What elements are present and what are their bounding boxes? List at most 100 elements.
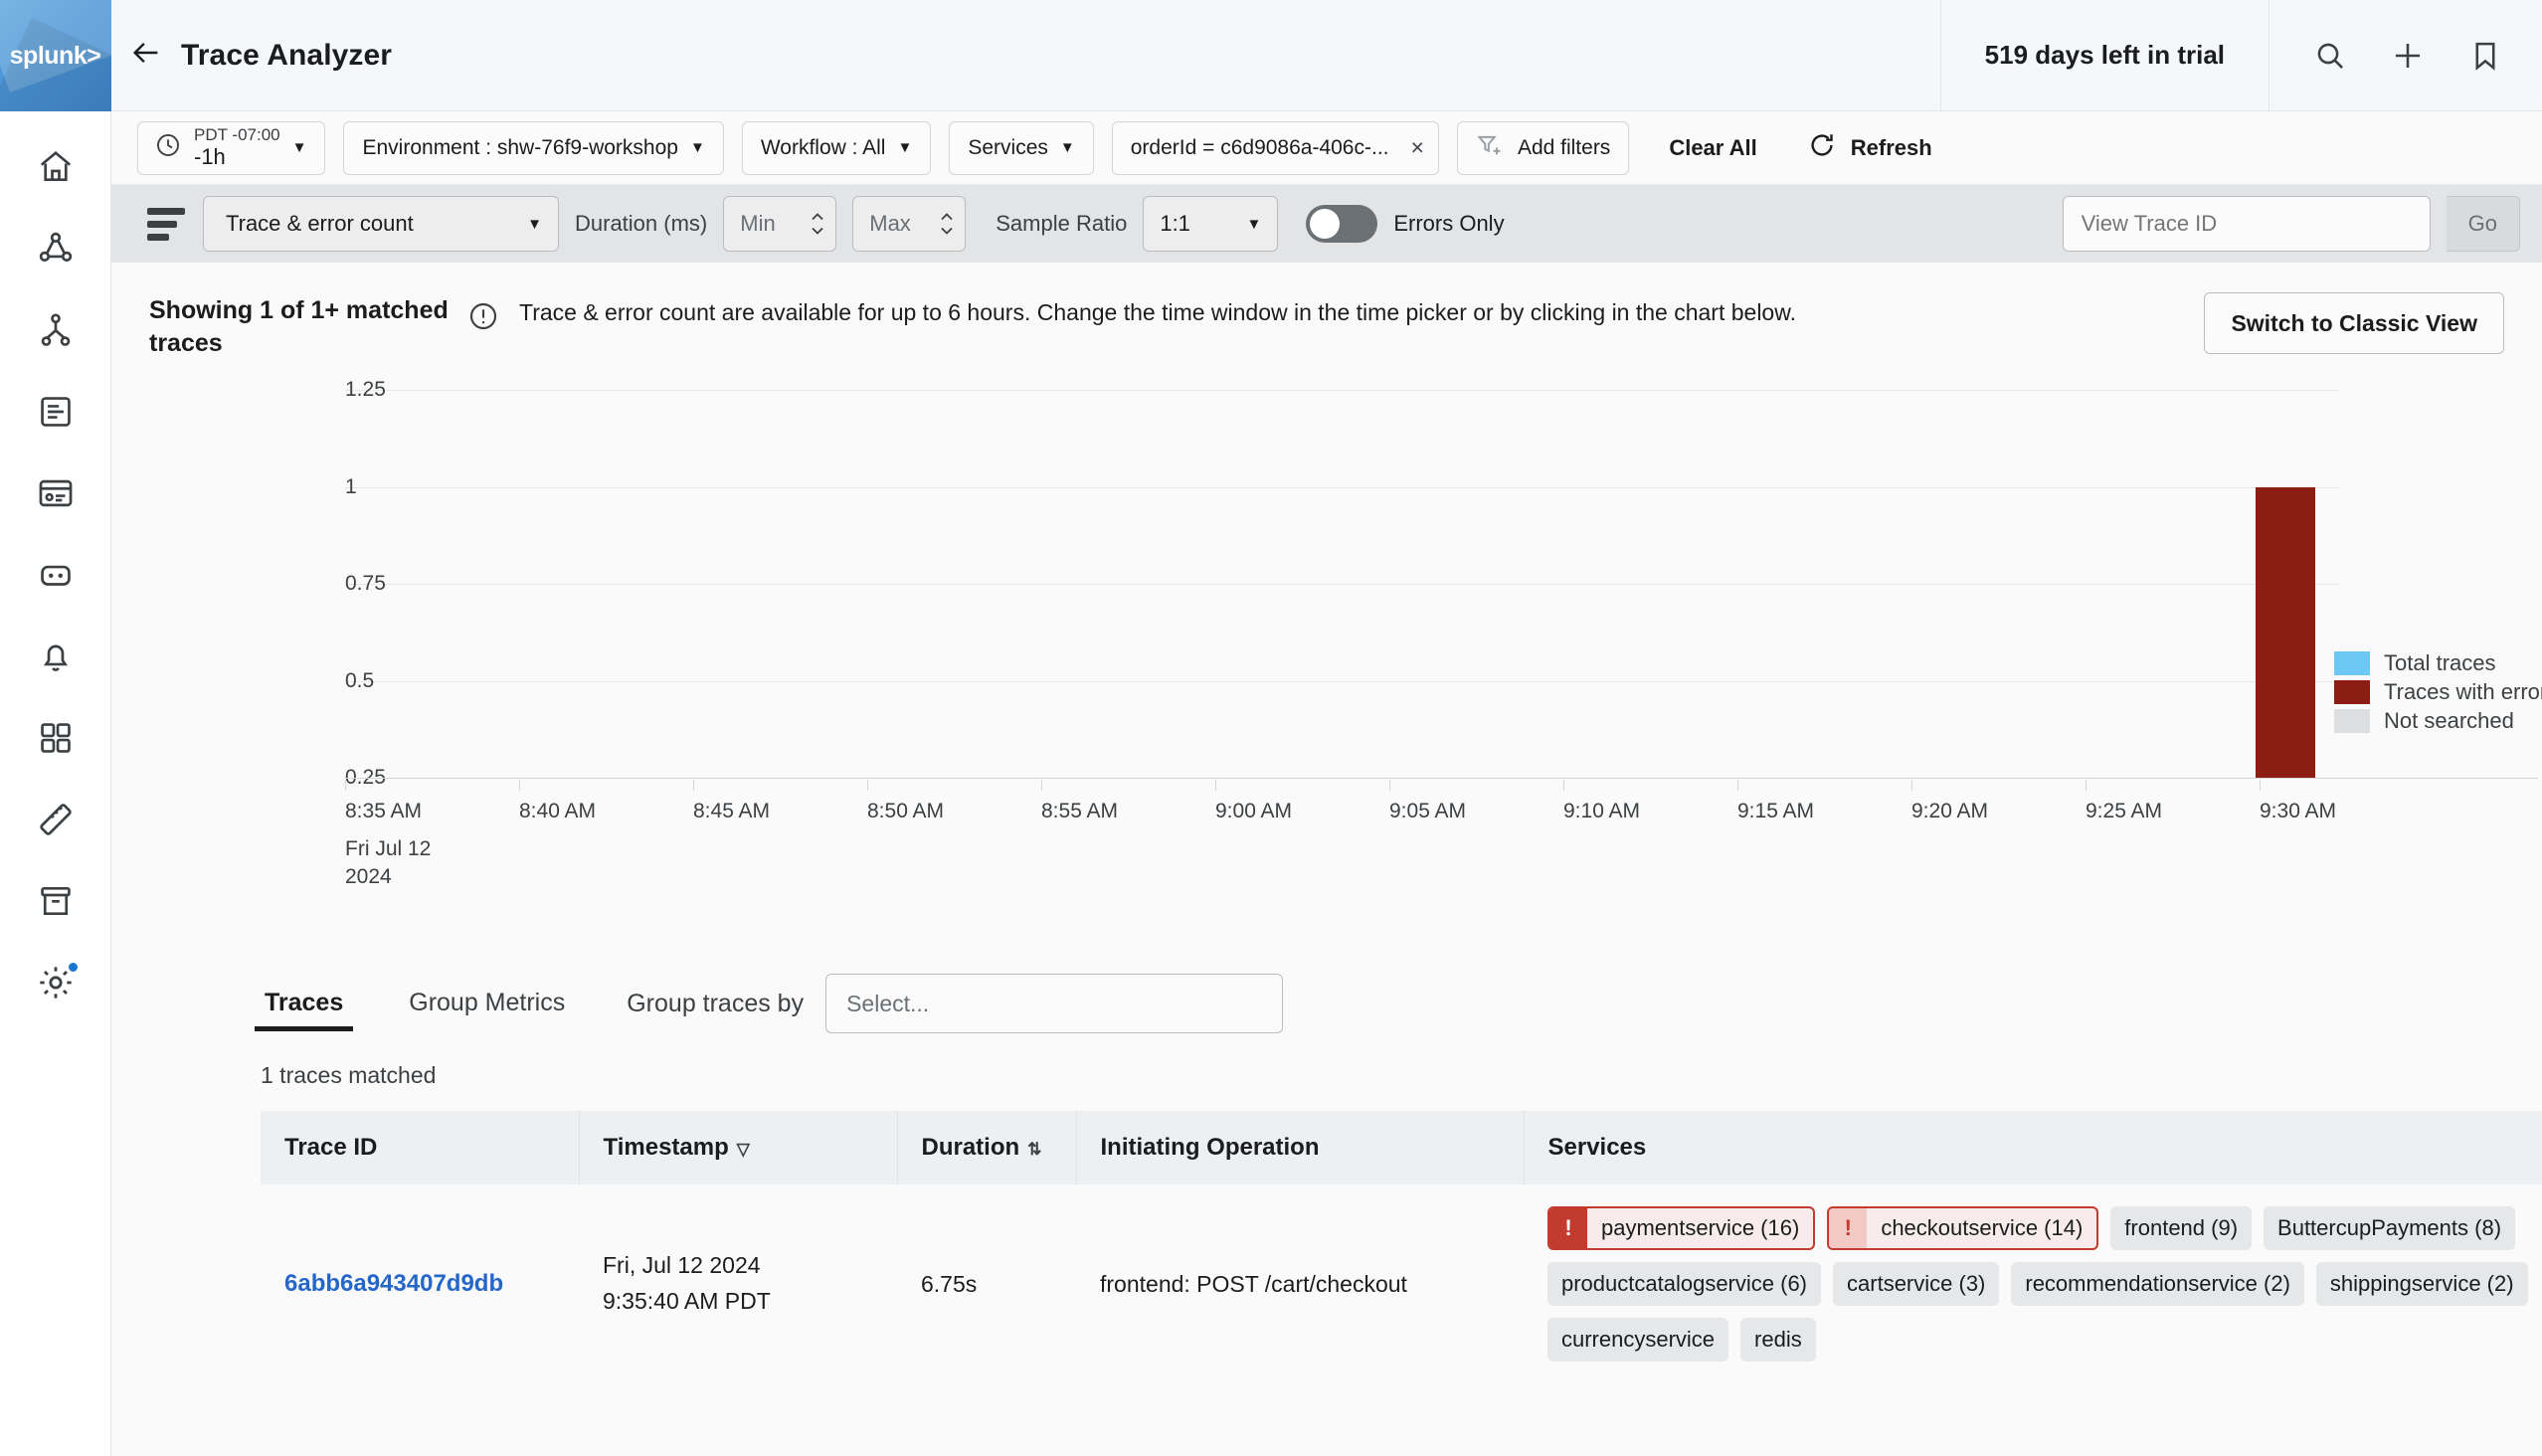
clock-icon (154, 131, 182, 165)
legend-label: Not searched (2384, 708, 2514, 733)
x-axis-tick (2086, 780, 2087, 791)
services-filter[interactable]: Services ▼ (949, 120, 1094, 175)
orderid-filter-chip[interactable]: orderId = c6d9086a-406c-... × (1111, 120, 1439, 175)
showing-matched-text: Showing 1 of 1+ matched traces (149, 296, 449, 357)
splunk-logo[interactable]: splunk> (0, 0, 111, 111)
column-timestamp[interactable]: Timestamp ▽ (579, 1111, 898, 1184)
duration-max-value: Max (869, 211, 911, 236)
x-axis-label: 8:40 AM (519, 800, 597, 822)
cell-initiating-operation: frontend: POST /cart/checkout (1100, 1270, 1407, 1297)
x-axis-tick (1737, 780, 1738, 791)
table-row[interactable]: 6abb6a943407d9db Fri, Jul 12 2024 9:35:4… (261, 1184, 2542, 1383)
add-filters-button[interactable]: Add filters (1456, 120, 1630, 175)
chart-mode-select[interactable]: Trace & error count ▼ (203, 196, 559, 252)
trace-error-count-chart[interactable]: 1.25 1 0.75 0.5 0.25 (111, 360, 2542, 967)
sidebar-item-rum[interactable] (26, 463, 86, 523)
info-icon (467, 300, 499, 337)
column-services[interactable]: Services (1524, 1111, 2542, 1184)
column-initiating-operation[interactable]: Initiating Operation (1076, 1111, 1525, 1184)
service-badge[interactable]: productcatalogservice (6) (1547, 1262, 1822, 1306)
sidebar-item-settings[interactable] (26, 953, 86, 1012)
tab-traces[interactable]: Traces (254, 989, 354, 1031)
plus-icon[interactable] (2391, 39, 2425, 73)
legend-item[interactable]: Total traces (2334, 650, 2542, 676)
traces-matched-count: 1 traces matched (261, 1062, 437, 1088)
service-badge[interactable]: redis (1740, 1318, 1816, 1362)
legend-item[interactable]: Not searched (2334, 708, 2542, 734)
bell-icon (37, 637, 75, 675)
service-badge-label: paymentservice (16) (1601, 1215, 1800, 1240)
service-badges: ! paymentservice (16) ! checkoutservice … (1547, 1206, 2542, 1362)
sidebar-item-dashboards[interactable] (26, 708, 86, 768)
timestamp-time: 9:35:40 AM PDT (603, 1288, 771, 1314)
go-button[interactable]: Go (2446, 196, 2520, 252)
service-badge-label: checkoutservice (14) (1881, 1215, 2084, 1240)
service-badge[interactable]: shippingservice (2) (2315, 1262, 2528, 1306)
close-icon[interactable]: × (1411, 134, 1424, 161)
x-axis-tick (2260, 780, 2261, 791)
service-badge[interactable]: ButtercupPayments (8) (2264, 1206, 2516, 1250)
sample-ratio-select[interactable]: 1:1 ▼ (1143, 196, 1279, 252)
x-axis-tick (1389, 780, 1390, 791)
cell-timestamp: Fri, Jul 12 2024 9:35:40 AM PDT (579, 1184, 897, 1383)
trace-id-link[interactable]: 6abb6a943407d9db (284, 1270, 503, 1297)
view-trace-id-input[interactable] (2062, 196, 2431, 252)
back-button[interactable] (111, 36, 181, 75)
workflow-filter[interactable]: Workflow : All ▼ (741, 120, 932, 175)
switch-to-classic-view-button[interactable]: Switch to Classic View (2204, 292, 2504, 354)
time-picker[interactable]: PDT -07:00 -1h ▼ (137, 120, 326, 175)
sort-icon[interactable]: ⇅ (1027, 1140, 1041, 1159)
sidebar-item-alerts[interactable] (26, 627, 86, 686)
gridline (345, 486, 2339, 488)
x-axis-label: 8:45 AM (693, 800, 771, 822)
info-message: Trace & error count are available for up… (467, 290, 2182, 337)
sort-desc-icon[interactable]: ▽ (737, 1140, 750, 1159)
column-trace-id[interactable]: Trace ID (261, 1111, 580, 1184)
sample-ratio-label: Sample Ratio (996, 211, 1128, 236)
sidebar-item-synthetics[interactable] (26, 545, 86, 605)
sidebar-item-log-observer[interactable] (26, 382, 86, 442)
service-badge[interactable]: currencyservice (1547, 1318, 1729, 1362)
search-icon[interactable] (2313, 39, 2347, 73)
filter-list-icon[interactable] (141, 207, 187, 241)
legend-item[interactable]: Traces with errors (2334, 679, 2542, 705)
column-duration[interactable]: Duration ⇅ (897, 1111, 1077, 1184)
chart-plot-area[interactable]: 1.25 1 0.75 0.5 0.25 (261, 378, 2542, 947)
clear-all-button[interactable]: Clear All (1659, 135, 1766, 161)
x-axis-tick (1911, 780, 1912, 791)
service-badge[interactable]: cartservice (3) (1833, 1262, 2000, 1306)
sidebar-item-infrastructure[interactable] (26, 219, 86, 278)
stepper-arrows-icon[interactable] (810, 212, 825, 236)
column-timestamp-label: Timestamp (603, 1134, 729, 1161)
service-badge-error[interactable]: ! paymentservice (16) (1547, 1206, 1816, 1250)
refresh-button[interactable]: Refresh (1797, 130, 1942, 166)
x-axis-date: Fri Jul 12 2024 (345, 835, 431, 892)
add-filters-label: Add filters (1517, 135, 1611, 159)
sidebar-item-data-management[interactable] (26, 871, 86, 931)
bookmark-icon[interactable] (2468, 39, 2502, 73)
timestamp-date: Fri, Jul 12 2024 (603, 1252, 761, 1279)
refresh-icon (1807, 130, 1837, 166)
header-icons (2270, 39, 2542, 73)
service-badge[interactable]: frontend (9) (2110, 1206, 2253, 1250)
services-filter-label: Services (968, 135, 1048, 159)
time-picker-values: PDT -07:00 -1h (194, 126, 280, 168)
errors-only-toggle[interactable] (1306, 205, 1378, 243)
service-badge[interactable]: recommendationservice (2) (2011, 1262, 2304, 1306)
duration-max-stepper[interactable]: Max (852, 196, 967, 252)
service-badge-error[interactable]: ! checkoutservice (14) (1827, 1206, 2099, 1250)
tab-group-metrics[interactable]: Group Metrics (405, 989, 569, 1031)
x-axis-tick (345, 780, 346, 791)
sidebar-item-apm[interactable] (26, 300, 86, 360)
duration-min-stepper[interactable]: Min (723, 196, 837, 252)
sidebar-item-metrics-pipeline[interactable] (26, 790, 86, 849)
x-axis-tick (1041, 780, 1042, 791)
group-traces-by-select[interactable]: Select... (825, 974, 1284, 1033)
duration-min-value: Min (740, 211, 776, 236)
environment-filter[interactable]: Environment : shw-76f9-workshop ▼ (343, 120, 724, 175)
orderid-filter-label: orderId = c6d9086a-406c-... (1130, 135, 1389, 159)
stepper-arrows-icon[interactable] (939, 212, 955, 236)
sidebar-item-home[interactable] (26, 137, 86, 197)
bar-traces-with-errors[interactable] (2256, 486, 2315, 778)
table-header-row: Trace ID Timestamp ▽ Duration ⇅ Initiating… (261, 1111, 2542, 1184)
